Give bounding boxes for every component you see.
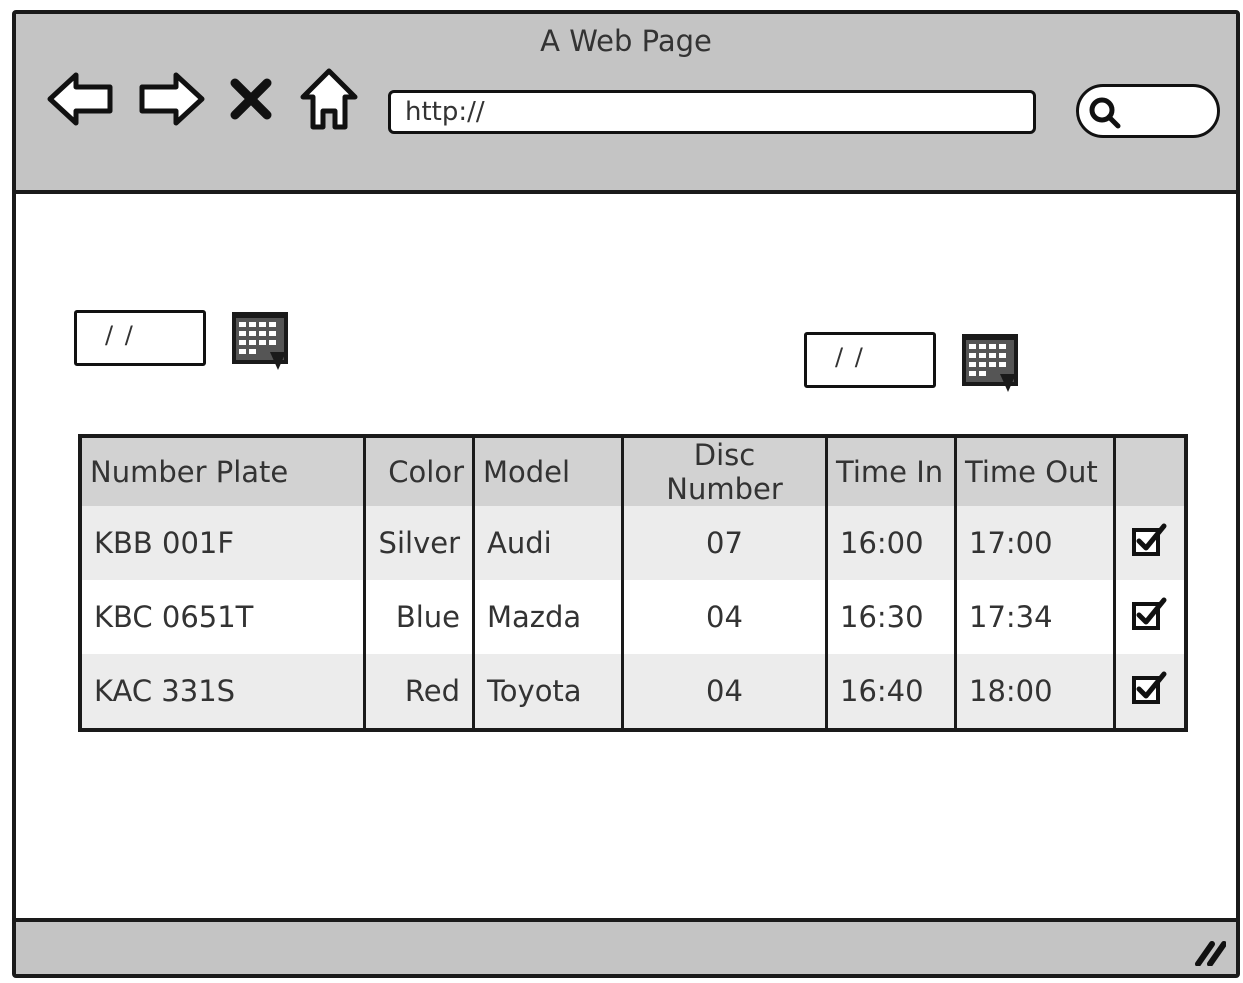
cell-time-out: 17:34 — [954, 580, 1115, 654]
checkbox-checked-icon[interactable] — [1130, 520, 1170, 560]
date-to-calendar-button[interactable] — [960, 332, 1022, 394]
cell-model: Audi — [472, 506, 623, 580]
address-bar[interactable]: http:// — [388, 90, 1036, 134]
cell-model: Mazda — [472, 580, 623, 654]
date-from-calendar-button[interactable] — [230, 310, 292, 372]
search-icon — [1089, 97, 1121, 129]
date-to-field[interactable]: / / — [804, 332, 936, 388]
column-header-color[interactable]: Color — [363, 436, 474, 506]
forward-arrow-icon — [139, 72, 205, 126]
table-row[interactable]: KBB 001F Silver Audi 07 16:00 17:00 — [80, 506, 1186, 580]
back-arrow-icon — [47, 72, 113, 126]
home-button[interactable] — [294, 64, 364, 134]
resize-grip-icon[interactable] — [1190, 936, 1226, 966]
cell-select — [1113, 654, 1186, 730]
cell-time-in: 16:00 — [825, 506, 956, 580]
cell-select — [1113, 580, 1186, 654]
back-button[interactable] — [46, 64, 116, 134]
column-header-time-out[interactable]: Time Out — [954, 436, 1115, 506]
cell-number-plate: KBC 0651T — [80, 580, 365, 654]
browser-toolbar: A Web Page http:// — [16, 14, 1236, 194]
column-header-time-in[interactable]: Time In — [825, 436, 956, 506]
column-header-number-plate[interactable]: Number Plate — [80, 436, 365, 506]
cell-color: Blue — [363, 580, 474, 654]
table-row[interactable]: KBC 0651T Blue Mazda 04 16:30 17:34 — [80, 580, 1186, 654]
date-from-field[interactable]: / / — [74, 310, 206, 366]
forward-button[interactable] — [136, 64, 206, 134]
home-icon — [300, 68, 358, 130]
cell-time-in: 16:30 — [825, 580, 956, 654]
table-row[interactable]: KAC 331S Red Toyota 04 16:40 18:00 — [80, 654, 1186, 730]
column-header-disc-number[interactable]: Disc Number — [621, 436, 827, 506]
cell-model: Toyota — [472, 654, 623, 730]
calendar-icon — [232, 312, 288, 370]
cell-select — [1113, 506, 1186, 580]
cell-time-in: 16:40 — [825, 654, 956, 730]
column-header-select — [1113, 436, 1186, 506]
cell-disc-number: 04 — [621, 580, 827, 654]
cell-number-plate: KAC 331S — [80, 654, 365, 730]
search-field[interactable] — [1076, 84, 1220, 138]
cell-time-out: 17:00 — [954, 506, 1115, 580]
parking-table: Number Plate Color Model Disc Number Tim… — [78, 434, 1188, 732]
cell-color: Red — [363, 654, 474, 730]
stop-button[interactable] — [221, 64, 281, 134]
cell-color: Silver — [363, 506, 474, 580]
cell-disc-number: 04 — [621, 654, 827, 730]
browser-window: A Web Page http:// / / / / Number Plate … — [12, 10, 1240, 978]
page-content: / / / / Number Plate Color Model Disc Nu… — [16, 194, 1236, 926]
checkbox-checked-icon[interactable] — [1130, 594, 1170, 634]
column-header-model[interactable]: Model — [472, 436, 623, 506]
calendar-icon — [962, 334, 1018, 392]
checkbox-checked-icon[interactable] — [1130, 668, 1170, 708]
close-icon — [230, 78, 272, 120]
cell-time-out: 18:00 — [954, 654, 1115, 730]
page-title: A Web Page — [540, 24, 712, 58]
status-bar — [16, 918, 1236, 974]
cell-disc-number: 07 — [621, 506, 827, 580]
table-header-row: Number Plate Color Model Disc Number Tim… — [80, 436, 1186, 506]
cell-number-plate: KBB 001F — [80, 506, 365, 580]
